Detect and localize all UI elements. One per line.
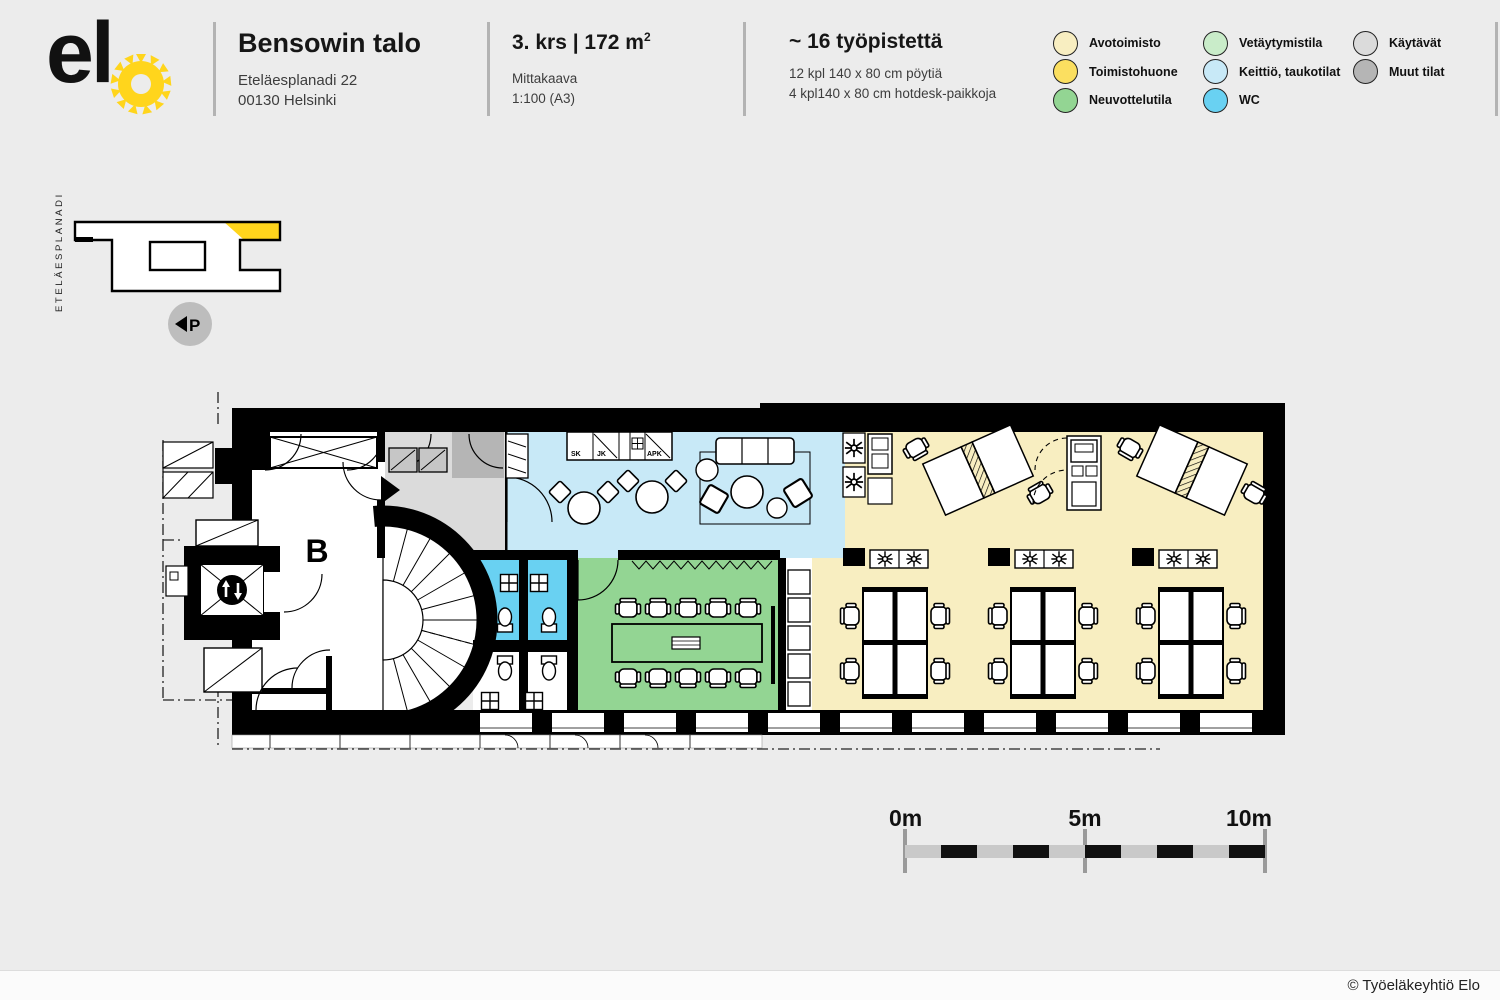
room-meeting xyxy=(575,558,780,712)
stairwell-label: B xyxy=(305,533,328,569)
boundary-plants xyxy=(843,433,892,504)
locator-map: ETELÄESPLANADI P xyxy=(54,192,280,346)
locker-boxes xyxy=(788,570,810,706)
projection-screen xyxy=(771,606,775,684)
sofa xyxy=(716,438,794,464)
copyright-text: © Työeläkeyhtiö Elo xyxy=(1347,977,1480,994)
scale-5m: 5m xyxy=(1068,805,1101,831)
floor-plan-drawing: SK JK APK xyxy=(163,392,1285,749)
locator-courtyard xyxy=(150,242,205,270)
scale-bar: 0m 5m 10m xyxy=(889,805,1272,873)
floorplan-page: el Bensowin talo Eteläe xyxy=(0,0,1500,1000)
floor-plan: ETELÄESPLANADI P xyxy=(0,0,1500,1000)
compass-letter: P xyxy=(189,316,200,335)
scale-0m: 0m xyxy=(889,805,922,831)
plant-box xyxy=(870,550,928,568)
kitchen-unit-label: JK xyxy=(597,451,606,458)
kitchen-unit-label: SK xyxy=(571,451,581,458)
plant-box xyxy=(1159,550,1217,568)
coffee-table xyxy=(731,476,763,508)
locator-step xyxy=(75,237,93,242)
scale-10m: 10m xyxy=(1226,805,1272,831)
compass-icon: P xyxy=(168,302,212,346)
elevator-arrows-icon xyxy=(217,575,247,605)
footer-bar: © Työeläkeyhtiö Elo xyxy=(0,970,1500,1000)
kitchen-counter: SK JK APK xyxy=(567,432,672,460)
exterior-ledge xyxy=(232,735,762,748)
room-storage xyxy=(452,432,504,478)
plant-box xyxy=(1015,550,1073,568)
kitchen-unit-label: APK xyxy=(647,451,662,458)
window-band xyxy=(480,713,1252,732)
street-label: ETELÄESPLANADI xyxy=(54,192,65,312)
